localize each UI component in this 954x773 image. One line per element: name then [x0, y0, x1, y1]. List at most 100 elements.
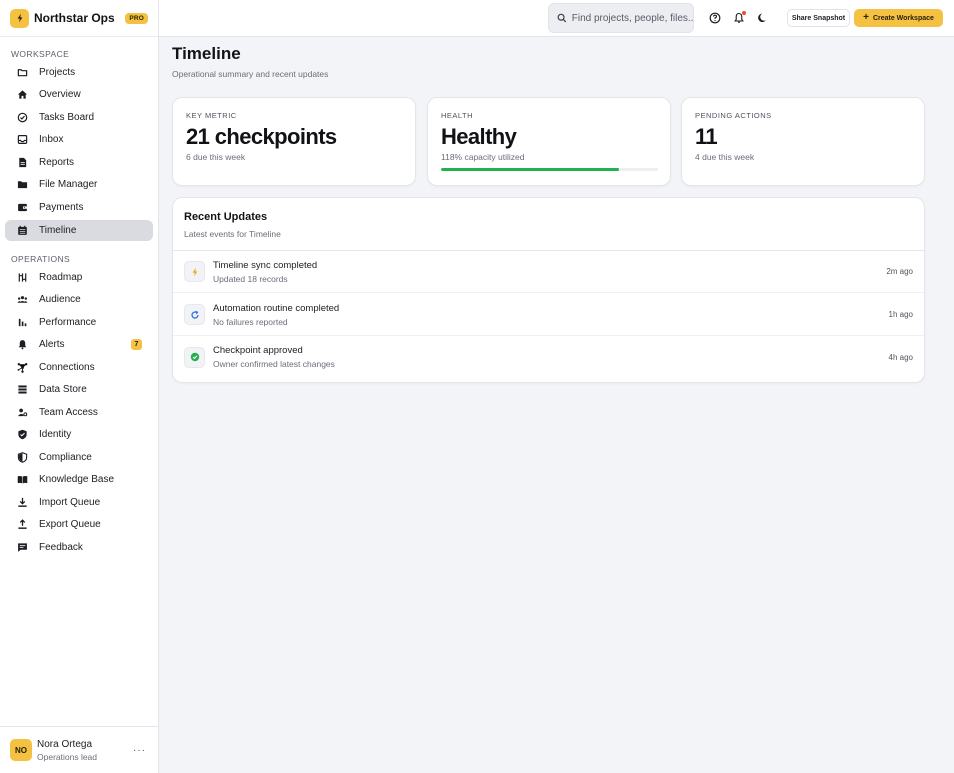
sidebar-item-label: Identity	[39, 429, 72, 440]
check-badge-icon	[184, 346, 205, 368]
download-icon	[16, 497, 28, 509]
sidebar-item-import-queue[interactable]: Import Queue	[5, 492, 153, 513]
sidebar-item-compliance[interactable]: Compliance	[5, 447, 153, 468]
sidebar-item-timeline[interactable]: Timeline	[5, 220, 153, 241]
sidebar-item-label: Inbox	[39, 134, 64, 145]
card-value: 21 checkpoints	[186, 124, 337, 149]
network-icon	[16, 362, 28, 374]
sidebar-item-label: Audience	[39, 294, 81, 305]
book-icon	[16, 474, 28, 486]
roadmap-icon	[16, 272, 28, 284]
sidebar-item-label: Overview	[39, 89, 81, 100]
card-value: Healthy	[441, 124, 517, 149]
sidebar-item-label: Alerts	[39, 339, 65, 350]
sidebar-item-file-manager[interactable]: File Manager	[5, 174, 153, 195]
help-icon[interactable]	[708, 11, 722, 25]
card-note: 6 due this week	[186, 152, 246, 162]
pending-actions-card: PENDING ACTIONS 11 4 due this week	[681, 97, 925, 186]
document-icon	[16, 157, 28, 169]
pro-badge: PRO	[125, 12, 148, 24]
notification-dot	[742, 11, 746, 15]
card-label: PENDING ACTIONS	[695, 111, 772, 120]
alerts-count-badge: 7	[131, 339, 142, 350]
update-title: Checkpoint approved	[213, 345, 303, 356]
sidebar-item-feedback[interactable]: Feedback	[5, 537, 153, 558]
sidebar-item-tasks-board[interactable]: Tasks Board	[5, 107, 153, 128]
card-label: HEALTH	[441, 111, 474, 120]
health-card: HEALTH Healthy 118% capacity utilized	[427, 97, 671, 186]
sidebar-item-roadmap[interactable]: Roadmap	[5, 267, 153, 288]
sidebar-item-label: Tasks Board	[39, 112, 95, 123]
sidebar-item-label: Data Store	[39, 384, 87, 395]
bolt-logo-icon	[10, 8, 29, 28]
sidebar-item-label: Team Access	[39, 407, 98, 418]
sidebar-item-overview[interactable]: Overview	[5, 84, 153, 105]
list-item[interactable]: Checkpoint approved Owner confirmed late…	[173, 336, 924, 378]
plus-icon: +	[863, 12, 869, 23]
user-profile[interactable]: NO Nora Ortega Operations lead ···	[0, 726, 158, 773]
sidebar-item-label: Import Queue	[39, 497, 101, 508]
wallet-icon	[16, 202, 28, 214]
bolt-icon	[184, 261, 205, 282]
sidebar-item-performance[interactable]: Performance	[5, 312, 153, 333]
sidebar-item-data-store[interactable]: Data Store	[5, 379, 153, 400]
database-icon	[16, 384, 28, 396]
folder-icon	[16, 67, 28, 79]
inbox-icon	[16, 134, 28, 146]
recent-updates-title: Recent Updates	[184, 211, 268, 223]
sidebar-item-export-queue[interactable]: Export Queue	[5, 514, 153, 535]
card-note: 118% capacity utilized	[441, 152, 525, 162]
sidebar-item-label: Compliance	[39, 452, 92, 463]
sidebar-item-projects[interactable]: Projects	[5, 62, 153, 83]
list-item[interactable]: Timeline sync completed Updated 18 recor…	[173, 251, 924, 293]
sidebar-item-label: Reports	[39, 157, 75, 168]
refresh-icon	[184, 304, 205, 325]
user-role: Operations lead	[37, 751, 98, 762]
notifications-icon[interactable]	[732, 11, 746, 25]
sidebar-item-inbox[interactable]: Inbox	[5, 129, 153, 150]
more-options-icon[interactable]: ···	[133, 745, 146, 756]
update-time: 1h ago	[888, 310, 913, 319]
brand[interactable]: Northstar Ops PRO	[0, 0, 158, 37]
sidebar-item-label: Projects	[39, 67, 76, 78]
home-icon	[16, 89, 28, 101]
sidebar-item-connections[interactable]: Connections	[5, 357, 153, 378]
dark-mode-icon[interactable]	[756, 11, 770, 25]
topbar: Find projects, people, files... Share Sn…	[159, 0, 954, 37]
sidebar-item-label: Performance	[39, 317, 97, 328]
card-value: 11	[695, 124, 718, 149]
sidebar-item-label: File Manager	[39, 179, 98, 190]
sidebar-item-label: Knowledge Base	[39, 474, 115, 485]
create-workspace-button[interactable]: + Create Workspace	[854, 9, 943, 27]
sidebar-item-knowledge-base[interactable]: Knowledge Base	[5, 469, 153, 490]
sidebar-item-label: Feedback	[39, 542, 83, 553]
progress-fill	[441, 168, 619, 171]
chat-icon	[16, 542, 28, 554]
sidebar-item-label: Timeline	[39, 225, 77, 236]
list-item[interactable]: Automation routine completed No failures…	[173, 294, 924, 336]
sidebar: Northstar Ops PRO WORKSPACE Projects Ove…	[0, 0, 159, 773]
shield-half-icon	[16, 452, 28, 464]
update-description: No failures reported	[213, 316, 288, 327]
share-snapshot-button[interactable]: Share Snapshot	[787, 9, 850, 27]
card-note: 4 due this week	[695, 152, 755, 162]
shield-check-icon	[16, 429, 28, 441]
capacity-progress-bar	[441, 168, 658, 171]
operations-section-label: OPERATIONS	[11, 254, 71, 264]
sidebar-item-team-access[interactable]: Team Access	[5, 402, 153, 423]
sidebar-item-reports[interactable]: Reports	[5, 152, 153, 173]
update-time: 2m ago	[886, 267, 913, 276]
update-description: Owner confirmed latest changes	[213, 359, 335, 369]
sidebar-item-alerts[interactable]: Alerts 7	[5, 334, 153, 355]
bell-icon	[16, 339, 28, 351]
page-title: Timeline	[172, 44, 241, 63]
calendar-icon	[16, 225, 28, 237]
sidebar-item-payments[interactable]: Payments	[5, 197, 153, 218]
sidebar-item-identity[interactable]: Identity	[5, 424, 153, 445]
recent-updates-subtitle: Latest events for Timeline	[184, 229, 281, 239]
sidebar-item-audience[interactable]: Audience	[5, 289, 153, 310]
update-description: Updated 18 records	[213, 273, 288, 284]
update-title: Automation routine completed	[213, 302, 340, 314]
upload-icon	[16, 519, 28, 531]
search-input[interactable]: Find projects, people, files...	[548, 3, 694, 33]
